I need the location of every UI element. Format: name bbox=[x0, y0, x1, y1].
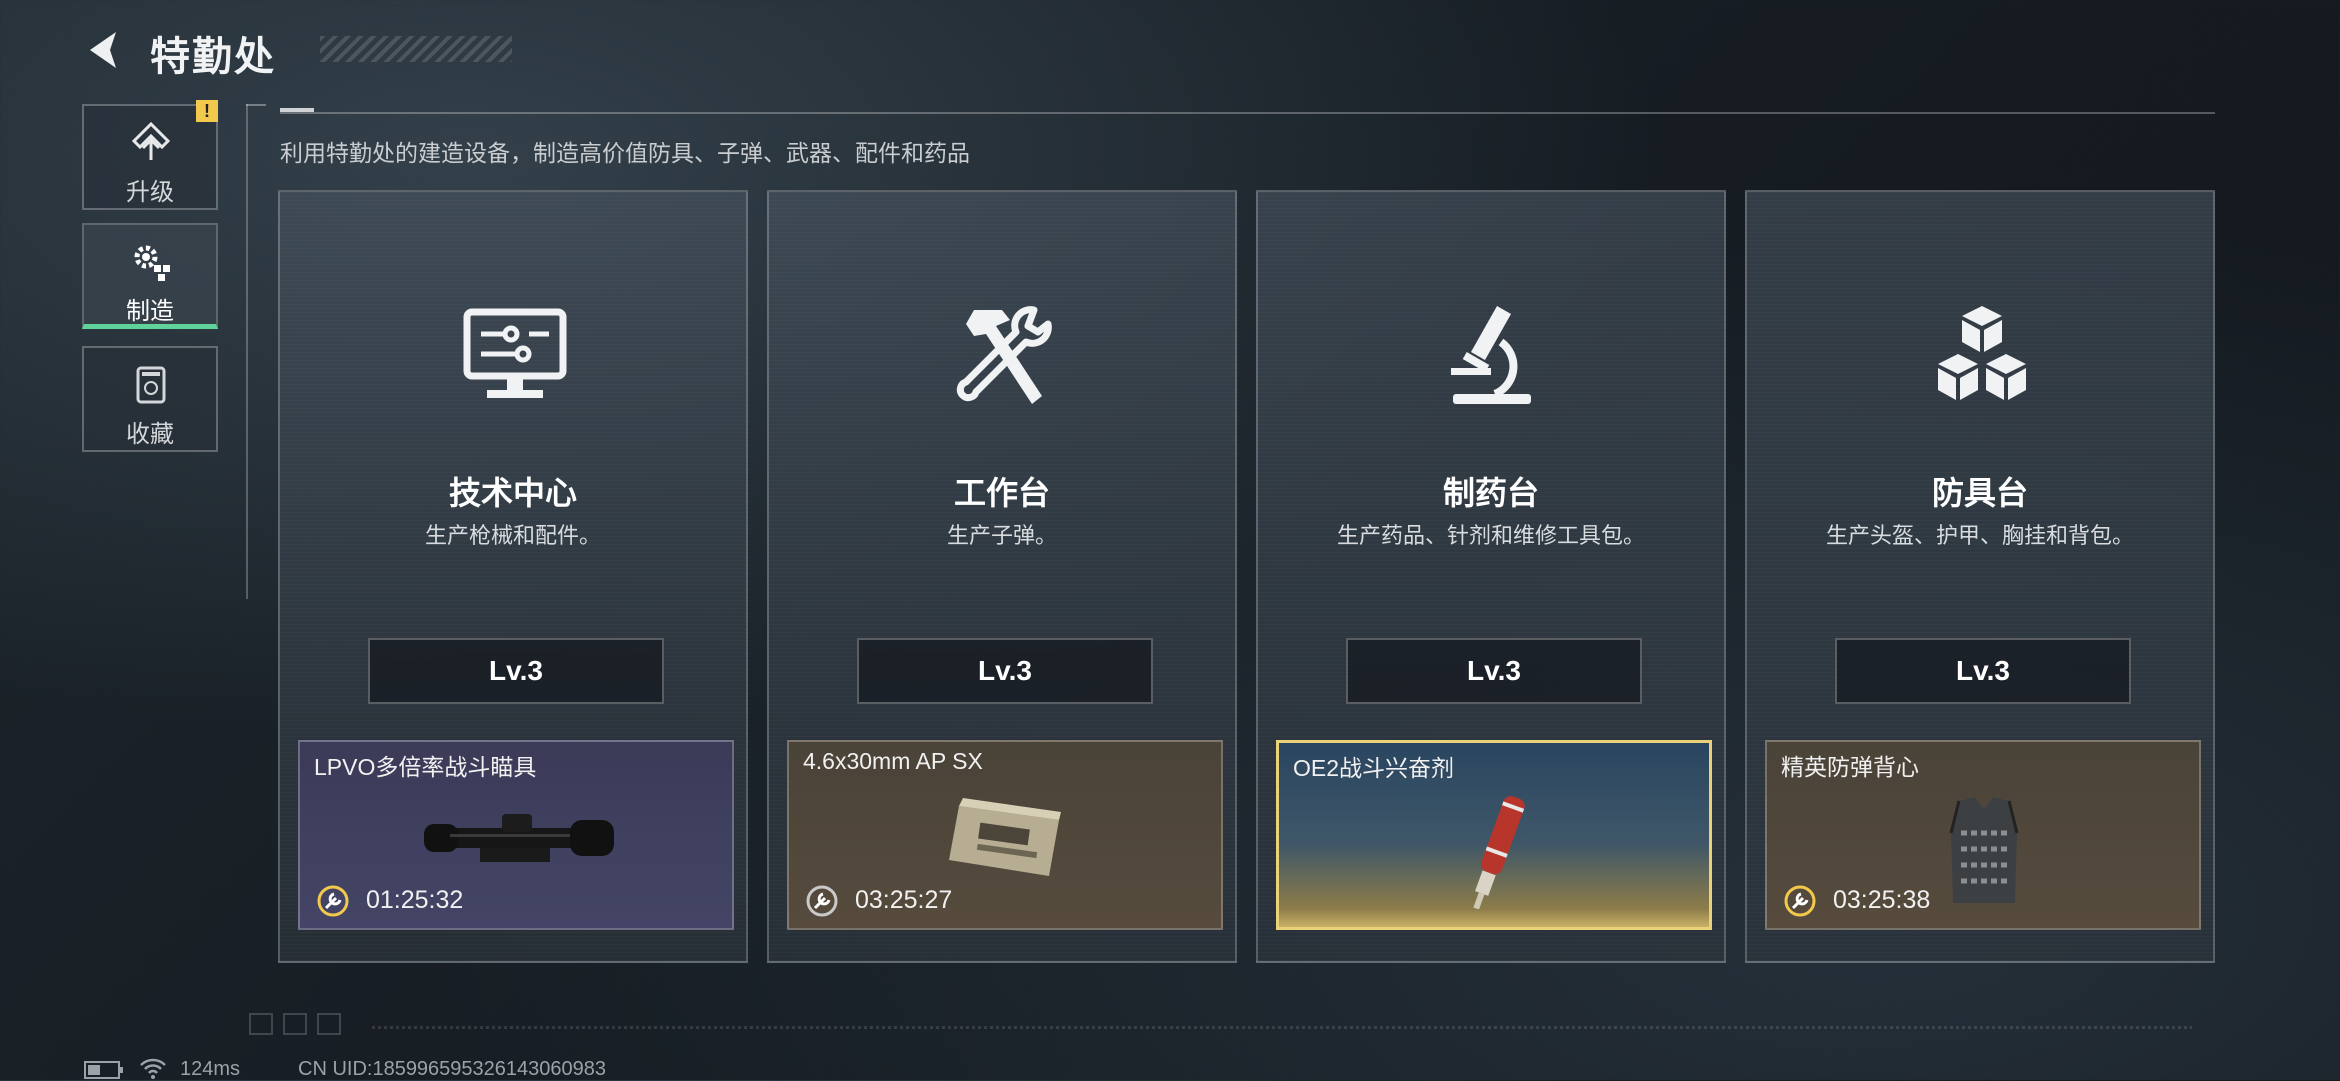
content-divider bbox=[280, 112, 2215, 114]
network-latency: 124ms bbox=[180, 1058, 241, 1080]
nav-divider-cap bbox=[246, 104, 266, 106]
nav-item-collection[interactable]: 收藏 bbox=[82, 346, 218, 452]
nav-item-label: 收藏 bbox=[126, 421, 174, 448]
station-card-workbench[interactable]: 工作台 生产子弹。 Lv.3 4.6x30mm AP SX 03:25:27 bbox=[767, 190, 1237, 963]
crafting-item-name: LPVO多倍率战斗瞄具 bbox=[314, 754, 537, 780]
crafting-item-name: OE2战斗兴奋剂 bbox=[1293, 755, 1455, 781]
crafting-timer: 03:25:38 bbox=[1833, 886, 1931, 914]
monitor-circuit-icon bbox=[463, 308, 567, 398]
injector-image bbox=[1473, 796, 1525, 909]
corner-decoration bbox=[249, 1013, 341, 1035]
station-name: 工作台 bbox=[953, 475, 1050, 511]
microscope-icon bbox=[1451, 306, 1531, 404]
upgrade-icon bbox=[131, 121, 171, 160]
content-divider-accent bbox=[280, 108, 314, 112]
battery-icon bbox=[84, 1061, 123, 1079]
station-name: 防具台 bbox=[1931, 475, 2028, 511]
crafting-item-name: 4.6x30mm AP SX bbox=[803, 748, 983, 774]
crafting-slot[interactable]: LPVO多倍率战斗瞄具 01:25:32 bbox=[298, 740, 734, 930]
page-title: 特勤处 bbox=[150, 35, 276, 79]
crafting-slot-selected[interactable]: OE2战斗兴奋剂 bbox=[1276, 740, 1712, 930]
crafting-timer: 01:25:32 bbox=[366, 886, 464, 914]
station-card-pharmacy[interactable]: 制药台 生产药品、针剂和维修工具包。 Lv.3 OE2战斗兴奋剂 bbox=[1256, 190, 1726, 963]
station-description: 生产头盔、护甲、胸挂和背包。 bbox=[1825, 523, 2134, 548]
nav-divider bbox=[246, 104, 248, 599]
nav-item-label: 升级 bbox=[126, 179, 174, 206]
crafting-item-name: 精英防弹背心 bbox=[1781, 754, 1919, 780]
station-card-tech-center[interactable]: 技术中心 生产枪械和配件。 Lv.3 LPVO多倍率战斗瞄具 01:25:32 bbox=[278, 190, 748, 963]
user-uid: CN UID:1859965953261430609​83 bbox=[298, 1058, 607, 1080]
nav-item-label: 制造 bbox=[126, 298, 174, 325]
title-decoration bbox=[320, 36, 512, 62]
station-level-button[interactable]: Lv.3 bbox=[1835, 638, 2131, 704]
bottom-decoration-bar bbox=[372, 1026, 2192, 1029]
scope-image bbox=[424, 814, 614, 862]
station-name: 制药台 bbox=[1442, 475, 1539, 511]
wifi-icon bbox=[140, 1058, 166, 1079]
station-level-button[interactable]: Lv.3 bbox=[368, 638, 664, 704]
timer-icon bbox=[1784, 885, 1816, 917]
crafting-timer: 03:25:27 bbox=[855, 886, 953, 914]
nav-item-craft[interactable]: 制造 bbox=[82, 223, 218, 329]
timer-icon bbox=[806, 885, 838, 917]
station-name: 技术中心 bbox=[448, 475, 577, 511]
station-level-button[interactable]: Lv.3 bbox=[1346, 638, 1642, 704]
section-description: 利用特勤处的建造设备，制造高价值防具、子弹、武器、配件和药品 bbox=[280, 140, 970, 166]
crafting-slot[interactable]: 精英防弹背心 03:25:38 bbox=[1765, 740, 2201, 930]
station-card-armor-bench[interactable]: 防具台 生产头盔、护甲、胸挂和背包。 Lv.3 精英防弹背心 03:25:38 bbox=[1745, 190, 2215, 963]
timer-icon bbox=[317, 885, 349, 917]
collection-icon bbox=[136, 366, 166, 404]
back-arrow-icon[interactable] bbox=[80, 26, 128, 74]
station-description: 生产子弹。 bbox=[946, 523, 1057, 548]
gears-icon bbox=[134, 245, 170, 281]
ammo-box-image bbox=[949, 798, 1061, 876]
station-level-button[interactable]: Lv.3 bbox=[857, 638, 1153, 704]
alert-badge: ! bbox=[196, 100, 218, 122]
cubes-icon bbox=[1938, 306, 2026, 400]
station-description: 生产药品、针剂和维修工具包。 bbox=[1336, 523, 1645, 548]
crafting-slot[interactable]: 4.6x30mm AP SX 03:25:27 bbox=[787, 740, 1223, 930]
station-description: 生产枪械和配件。 bbox=[424, 523, 601, 548]
hammer-wrench-icon bbox=[956, 306, 1052, 404]
